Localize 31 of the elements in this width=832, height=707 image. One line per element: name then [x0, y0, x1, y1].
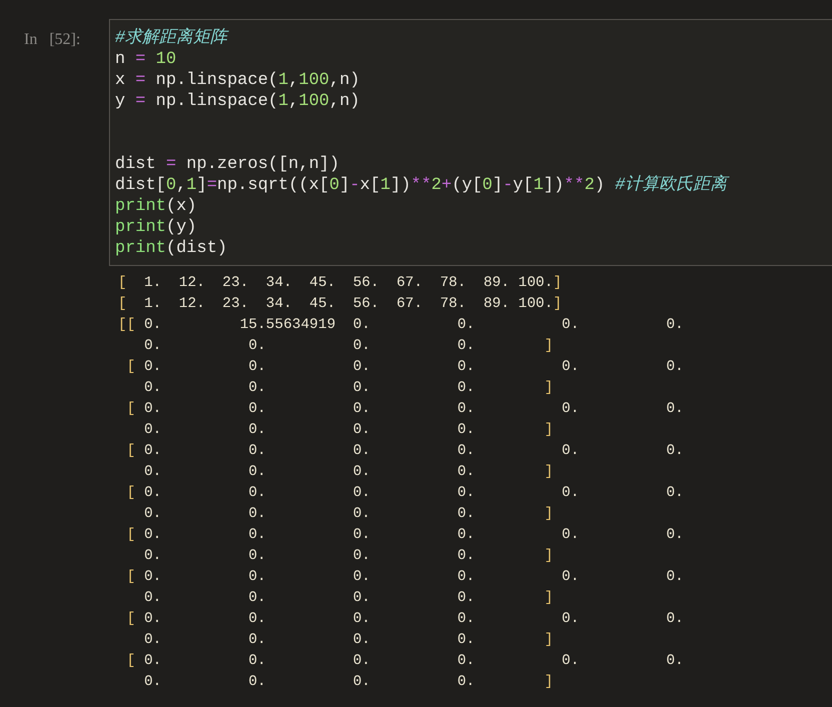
output-line: 0. 0. 0. 0. ]	[143, 379, 554, 398]
code-line: dist = np.zeros([n,n])	[115, 154, 340, 175]
output-line: [ 0. 0. 0. 0. 0. 0.	[126, 400, 684, 419]
cell-prompt: In [52]:	[24, 31, 80, 48]
output-line: [[ 0. 15.55634919 0. 0. 0. 0.	[118, 316, 684, 335]
output-line: [ 0. 0. 0. 0. 0. 0.	[126, 358, 684, 377]
code-line: n = 10	[115, 49, 176, 70]
code-line: dist[0,1]=np.sqrt((x[0]-x[1])**2+(y[0]-y[1])**2) #计算欧氏距离	[115, 175, 728, 196]
output-line: 0. 0. 0. 0. ]	[143, 631, 554, 650]
code-line: x = np.linspace(1,100,n)	[115, 70, 360, 91]
output-line: [ 1. 12. 23. 34. 45. 56. 67. 78. 89. 100.]	[118, 295, 562, 314]
output-line: 0. 0. 0. 0. ]	[143, 673, 554, 692]
output-line: [ 0. 0. 0. 0. 0. 0.	[126, 442, 684, 461]
output-line: [ 0. 0. 0. 0. 0. 0.	[126, 484, 684, 503]
output-line: 0. 0. 0. 0. ]	[143, 421, 554, 440]
output-line: [ 0. 0. 0. 0. 0. 0.	[126, 526, 684, 545]
code-line: y = np.linspace(1,100,n)	[115, 91, 360, 112]
output-line: [ 1. 12. 23. 34. 45. 56. 67. 78. 89. 100.]	[118, 274, 562, 293]
code-editor[interactable]: #求解距离矩阵 n = 10 x = np.linspace(1,100,n) y = np.linspace(1,100,n) dist = np.zeros([n,n]) dist[0,1]=np.sqrt((x[0]-x[1])**2+(y[0]-y[1])**2) #计算欧氏距离 print(x) print(y) print(dist)	[109, 19, 832, 266]
code-line: print(x)	[115, 196, 197, 217]
code-line: print(dist)	[115, 238, 228, 259]
output-line: 0. 0. 0. 0. ]	[143, 589, 554, 608]
output-line: [ 0. 0. 0. 0. 0. 0.	[126, 610, 684, 629]
code-line: #求解距离矩阵	[115, 28, 228, 49]
code-line: print(y)	[115, 217, 197, 238]
output-line: [ 0. 0. 0. 0. 0. 0.	[126, 568, 684, 587]
output-line: 0. 0. 0. 0. ]	[143, 463, 554, 482]
output-line: [ 0. 0. 0. 0. 0. 0.	[126, 652, 684, 671]
output-line: 0. 0. 0. 0. ]	[143, 547, 554, 566]
output-line: 0. 0. 0. 0. ]	[143, 505, 554, 524]
output-line: 0. 0. 0. 0. ]	[143, 337, 554, 356]
